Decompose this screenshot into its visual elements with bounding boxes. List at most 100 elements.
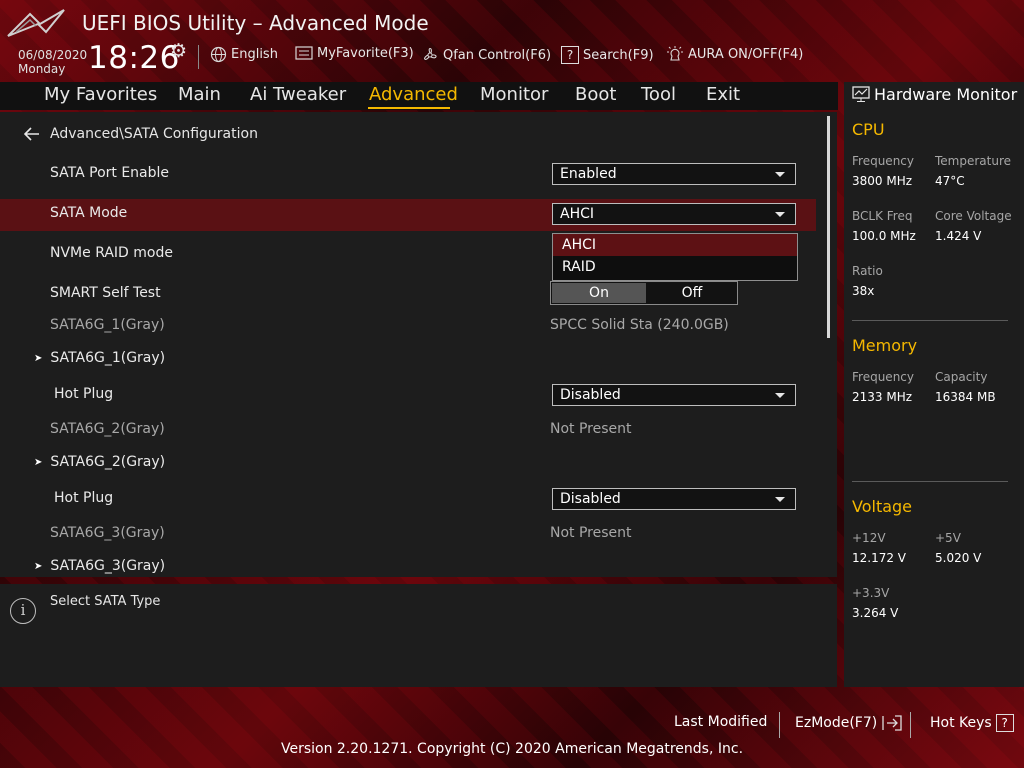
memory-capacity-label: Capacity — [935, 370, 988, 384]
chevron-down-icon — [775, 172, 785, 177]
ezmode-label: EzMode(F7) — [795, 715, 878, 731]
option-ahci[interactable]: AHCI — [553, 234, 797, 256]
v33-label: +3.3V — [852, 586, 890, 600]
port2-hotplug-label: Hot Plug — [54, 490, 114, 506]
divider — [198, 45, 199, 69]
aura-toggle-button[interactable]: AURA ON/OFF(F4) — [666, 46, 803, 63]
port3-info-label: SATA6G_3(Gray) — [50, 525, 165, 541]
cpu-frequency-value: 3800 MHz — [852, 174, 913, 188]
last-modified-button[interactable]: Last Modified — [674, 714, 767, 730]
divider — [910, 712, 911, 738]
cpu-frequency-label: Frequency — [852, 154, 914, 168]
rog-logo-icon — [7, 9, 65, 37]
myfavorite-label: MyFavorite(F3) — [317, 46, 414, 61]
port1-submenu-label: SATA6G_1(Gray) — [50, 350, 166, 366]
port2-hotplug-dropdown[interactable]: Disabled — [552, 488, 796, 510]
info-icon: i — [10, 598, 36, 624]
breadcrumb-path: Advanced\SATA Configuration — [50, 126, 258, 142]
option-raid[interactable]: RAID — [553, 256, 797, 278]
toggle-on-option[interactable]: On — [552, 283, 646, 303]
divider — [779, 712, 780, 738]
qfan-label: Qfan Control(F6) — [443, 47, 552, 63]
port2-submenu[interactable]: ➤ SATA6G_2(Gray) — [34, 454, 165, 470]
smart-self-test-toggle[interactable]: On Off — [550, 281, 738, 305]
tab-advanced[interactable]: Advanced — [369, 84, 458, 105]
port2-info-label: SATA6G_2(Gray) — [50, 421, 165, 437]
port3-submenu[interactable]: ➤ SATA6G_3(Gray) — [34, 558, 165, 574]
sata-mode-options-menu: AHCI RAID — [552, 233, 798, 281]
bclk-value: 100.0 MHz — [852, 229, 916, 243]
tab-ai-tweaker[interactable]: Ai Tweaker — [250, 84, 346, 105]
hot-keys-button[interactable]: Hot Keys ? — [930, 714, 1014, 732]
memory-frequency-value: 2133 MHz — [852, 390, 913, 404]
language-button[interactable]: English — [210, 46, 278, 63]
cpu-heading: CPU — [852, 120, 885, 139]
memory-heading: Memory — [852, 336, 918, 355]
nvme-raid-mode-label: NVMe RAID mode — [50, 245, 173, 261]
clipped-row: ➤ SATA6G_3(Gray) — [0, 556, 820, 574]
tab-my-favorites[interactable]: My Favorites — [44, 84, 157, 105]
sata-port-enable-dropdown[interactable]: Enabled — [552, 163, 796, 185]
last-modified-label: Last Modified — [674, 714, 768, 730]
core-voltage-label: Core Voltage — [935, 209, 1012, 223]
aura-light-icon — [667, 46, 683, 61]
voltage-heading: Voltage — [852, 497, 913, 516]
cpu-temperature-value: 47°C — [935, 174, 965, 188]
language-label: English — [231, 47, 278, 62]
search-button[interactable]: ? Search(F9) — [561, 46, 654, 64]
scrollbar[interactable] — [827, 116, 830, 338]
chevron-right-icon: ➤ — [34, 560, 43, 572]
gear-icon[interactable]: ⚙ — [170, 40, 187, 62]
hardware-monitor-title: Hardware Monitor — [852, 85, 1017, 104]
ezmode-button[interactable]: EzMode(F7) — [795, 714, 903, 732]
port1-device-value: SPCC Solid Sta (240.0GB) — [550, 317, 729, 333]
clock-time: 18:26 — [88, 40, 180, 76]
port3-device-value: Not Present — [550, 525, 632, 541]
smart-self-test-label: SMART Self Test — [50, 285, 161, 301]
memory-capacity-value: 16384 MB — [935, 390, 996, 404]
v12-label: +12V — [852, 531, 886, 545]
date-text: 06/08/2020 — [18, 48, 88, 62]
fan-icon — [424, 47, 437, 60]
sata-port-enable-label: SATA Port Enable — [50, 165, 170, 181]
core-voltage-value: 1.424 V — [935, 229, 982, 243]
qfan-control-button[interactable]: Qfan Control(F6) — [421, 46, 551, 64]
sata-mode-dropdown[interactable]: AHCI — [552, 203, 796, 225]
tab-main[interactable]: Main — [178, 84, 221, 105]
sata-mode-label: SATA Mode — [50, 205, 128, 221]
v5-value: 5.020 V — [935, 551, 982, 565]
divider — [852, 481, 1008, 482]
port3-submenu-label: SATA6G_3(Gray) — [50, 558, 166, 574]
aura-label: AURA ON/OFF(F4) — [688, 47, 804, 62]
back-arrow-icon[interactable] — [24, 127, 40, 141]
memory-frequency-label: Frequency — [852, 370, 914, 384]
search-label: Search(F9) — [583, 47, 654, 63]
hardware-monitor-label: Hardware Monitor — [874, 85, 1018, 104]
dropdown-value: Disabled — [560, 491, 621, 507]
myfavorite-button[interactable]: MyFavorite(F3) — [295, 46, 414, 61]
date-display: 06/08/2020 Monday — [18, 48, 87, 76]
dropdown-value: AHCI — [560, 206, 595, 222]
port1-hotplug-label: Hot Plug — [54, 386, 114, 402]
port2-submenu-label: SATA6G_2(Gray) — [50, 454, 166, 470]
chevron-down-icon — [775, 393, 785, 398]
exit-arrow-icon — [882, 715, 902, 731]
tab-exit[interactable]: Exit — [706, 84, 740, 105]
globe-icon — [210, 46, 227, 63]
help-text: Select SATA Type — [50, 594, 161, 609]
tab-boot[interactable]: Boot — [575, 84, 616, 105]
breadcrumb: Advanced\SATA Configuration — [24, 126, 258, 142]
tab-tool[interactable]: Tool — [641, 84, 676, 105]
day-text: Monday — [18, 62, 66, 76]
port1-hotplug-dropdown[interactable]: Disabled — [552, 384, 796, 406]
tab-monitor[interactable]: Monitor — [480, 84, 548, 105]
version-text: Version 2.20.1271. Copyright (C) 2020 Am… — [280, 741, 744, 757]
search-help-icon: ? — [561, 46, 579, 64]
chevron-down-icon — [775, 212, 785, 217]
help-icon: ? — [995, 714, 1014, 732]
cpu-temperature-label: Temperature — [935, 154, 1012, 168]
port1-info-label: SATA6G_1(Gray) — [50, 317, 165, 333]
port1-submenu[interactable]: ➤ SATA6G_1(Gray) — [34, 350, 165, 366]
toggle-off-option[interactable]: Off — [647, 283, 737, 303]
ratio-label: Ratio — [852, 264, 883, 278]
